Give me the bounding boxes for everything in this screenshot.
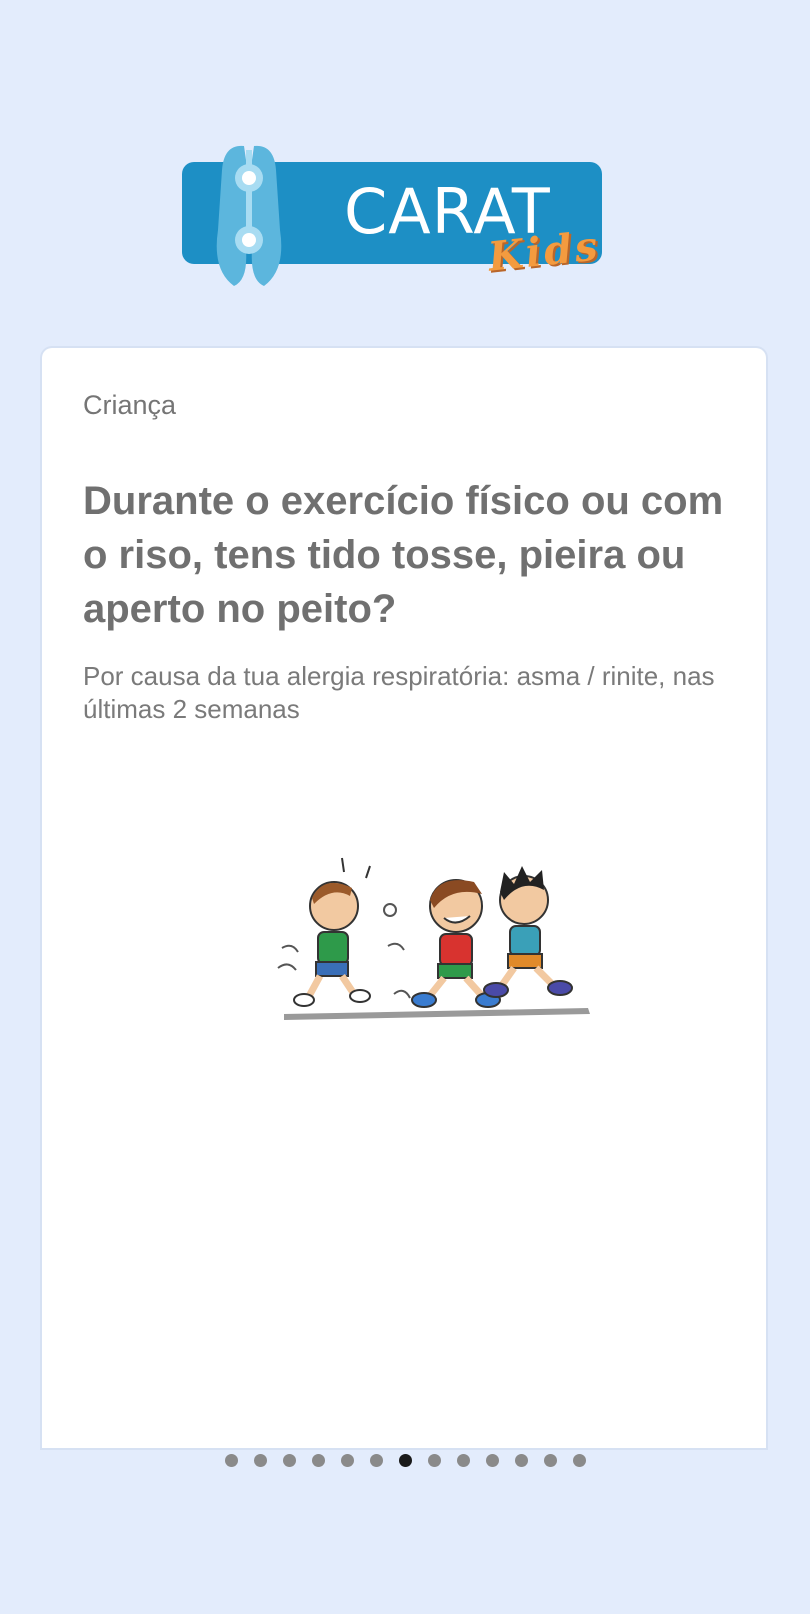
pagination-dot[interactable] xyxy=(398,1453,412,1467)
pagination-dot[interactable] xyxy=(340,1453,354,1467)
pagination-dot[interactable] xyxy=(224,1453,238,1467)
pagination-dot[interactable] xyxy=(282,1453,296,1467)
pagination-dot[interactable] xyxy=(369,1453,383,1467)
question-card: Criança Durante o exercício físico ou co… xyxy=(42,348,766,1448)
running-kids-illustration xyxy=(277,857,590,1020)
pagination-dot[interactable] xyxy=(514,1453,528,1467)
pagination-dots xyxy=(0,1448,810,1472)
question-subtitle: Por causa da tua alergia respiratória: a… xyxy=(83,661,715,724)
pagination-dot[interactable] xyxy=(543,1453,557,1467)
carat-kids-logo: CARAT Kids xyxy=(176,136,626,296)
lungs-icon xyxy=(216,145,282,286)
pagination-dot[interactable] xyxy=(427,1453,441,1467)
pagination-dot[interactable] xyxy=(572,1453,586,1467)
pagination-dot[interactable] xyxy=(485,1453,499,1467)
question-title: Durante o exercício físico ou com o riso… xyxy=(83,479,724,631)
category-label: Criança xyxy=(83,390,177,420)
pagination-dot[interactable] xyxy=(456,1453,470,1467)
pagination-dot[interactable] xyxy=(311,1453,325,1467)
pagination-dot[interactable] xyxy=(253,1453,267,1467)
